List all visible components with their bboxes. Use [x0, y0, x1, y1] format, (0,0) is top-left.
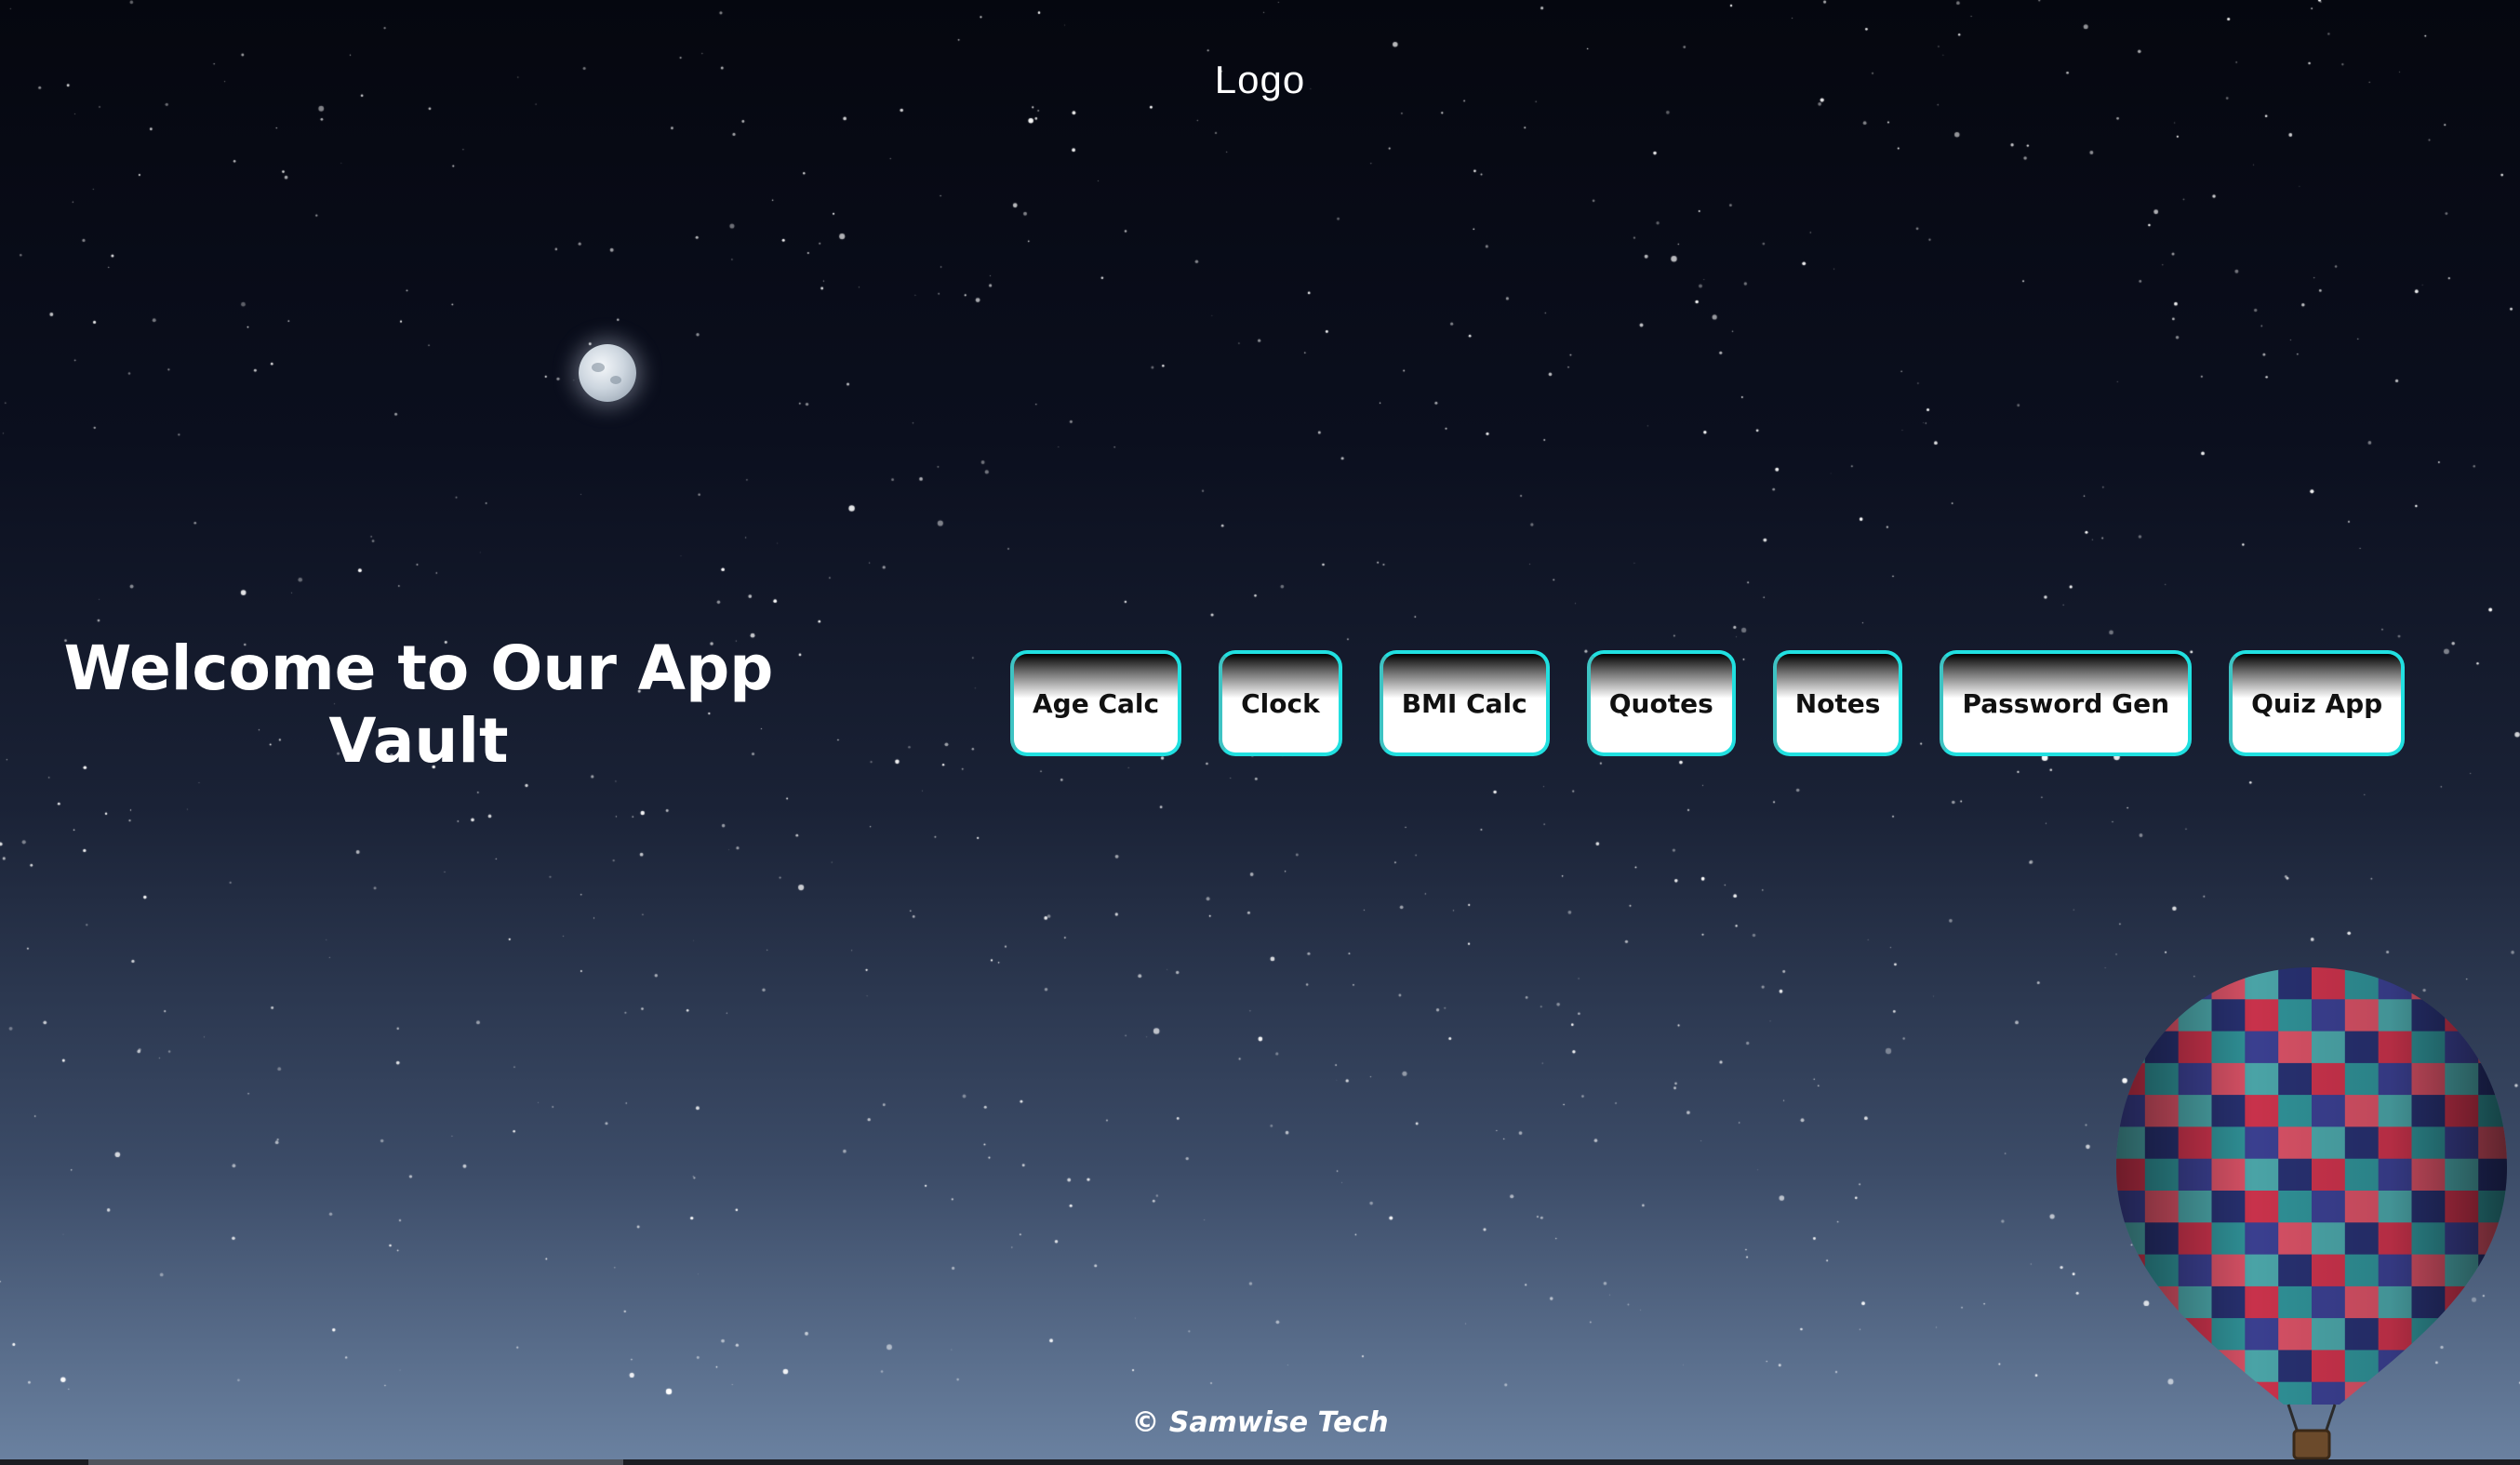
- bmi-calc-button[interactable]: BMI Calc: [1379, 650, 1550, 756]
- balloon-panel: [2116, 1350, 2146, 1383]
- password-gen-button[interactable]: Password Gen: [1940, 650, 2193, 756]
- balloon-panel: [2478, 1254, 2507, 1287]
- balloon-panel: [2116, 1318, 2146, 1351]
- app-button-row: Age Calc Clock BMI Calc Quotes Notes Pas…: [1010, 650, 2406, 756]
- balloon-panel: [2178, 1350, 2212, 1383]
- balloon-panel: [2445, 1318, 2479, 1351]
- balloon-panel: [2116, 1254, 2146, 1287]
- balloon-panel: [2411, 967, 2446, 1000]
- footer-copyright: © Samwise Tech: [1131, 1406, 1389, 1439]
- page-title: Welcome to Our App Vault: [37, 633, 800, 778]
- balloon-panel: [2478, 999, 2507, 1032]
- balloon-panel: [2445, 967, 2479, 1000]
- quiz-app-button[interactable]: Quiz App: [2229, 650, 2406, 756]
- balloon-panel: [2478, 967, 2507, 1000]
- balloon-panel: [2144, 967, 2180, 1000]
- age-calc-button[interactable]: Age Calc: [1010, 650, 1182, 756]
- hot-air-balloon-icon: [2116, 967, 2507, 1460]
- quotes-button[interactable]: Quotes: [1586, 650, 1736, 756]
- balloon-panel: [2144, 1350, 2180, 1383]
- balloon-panel: [2478, 1031, 2507, 1064]
- balloon-panel: [2116, 999, 2146, 1032]
- balloon-panel: [2478, 1285, 2507, 1319]
- page-title-line-2: Vault: [328, 705, 509, 777]
- balloon-panel: [2478, 1318, 2507, 1351]
- balloon-panel: [2178, 967, 2212, 1000]
- scrollbar-thumb[interactable]: [88, 1459, 623, 1465]
- logo[interactable]: Logo: [0, 58, 2520, 102]
- notes-button[interactable]: Notes: [1772, 650, 1903, 756]
- moon-icon: [579, 344, 636, 402]
- page-title-line-1: Welcome to Our App: [63, 633, 774, 704]
- balloon-panel: [2116, 1031, 2146, 1064]
- balloon-panel: [2478, 1350, 2507, 1383]
- balloon-panel: [2411, 1350, 2446, 1383]
- balloon-panel: [2116, 967, 2146, 1000]
- balloon-panel: [2144, 1318, 2180, 1351]
- horizontal-scrollbar[interactable]: [0, 1459, 2520, 1465]
- balloon-panel: [2116, 1285, 2146, 1319]
- balloon-panel: [2445, 1350, 2479, 1383]
- clock-button[interactable]: Clock: [1219, 650, 1342, 756]
